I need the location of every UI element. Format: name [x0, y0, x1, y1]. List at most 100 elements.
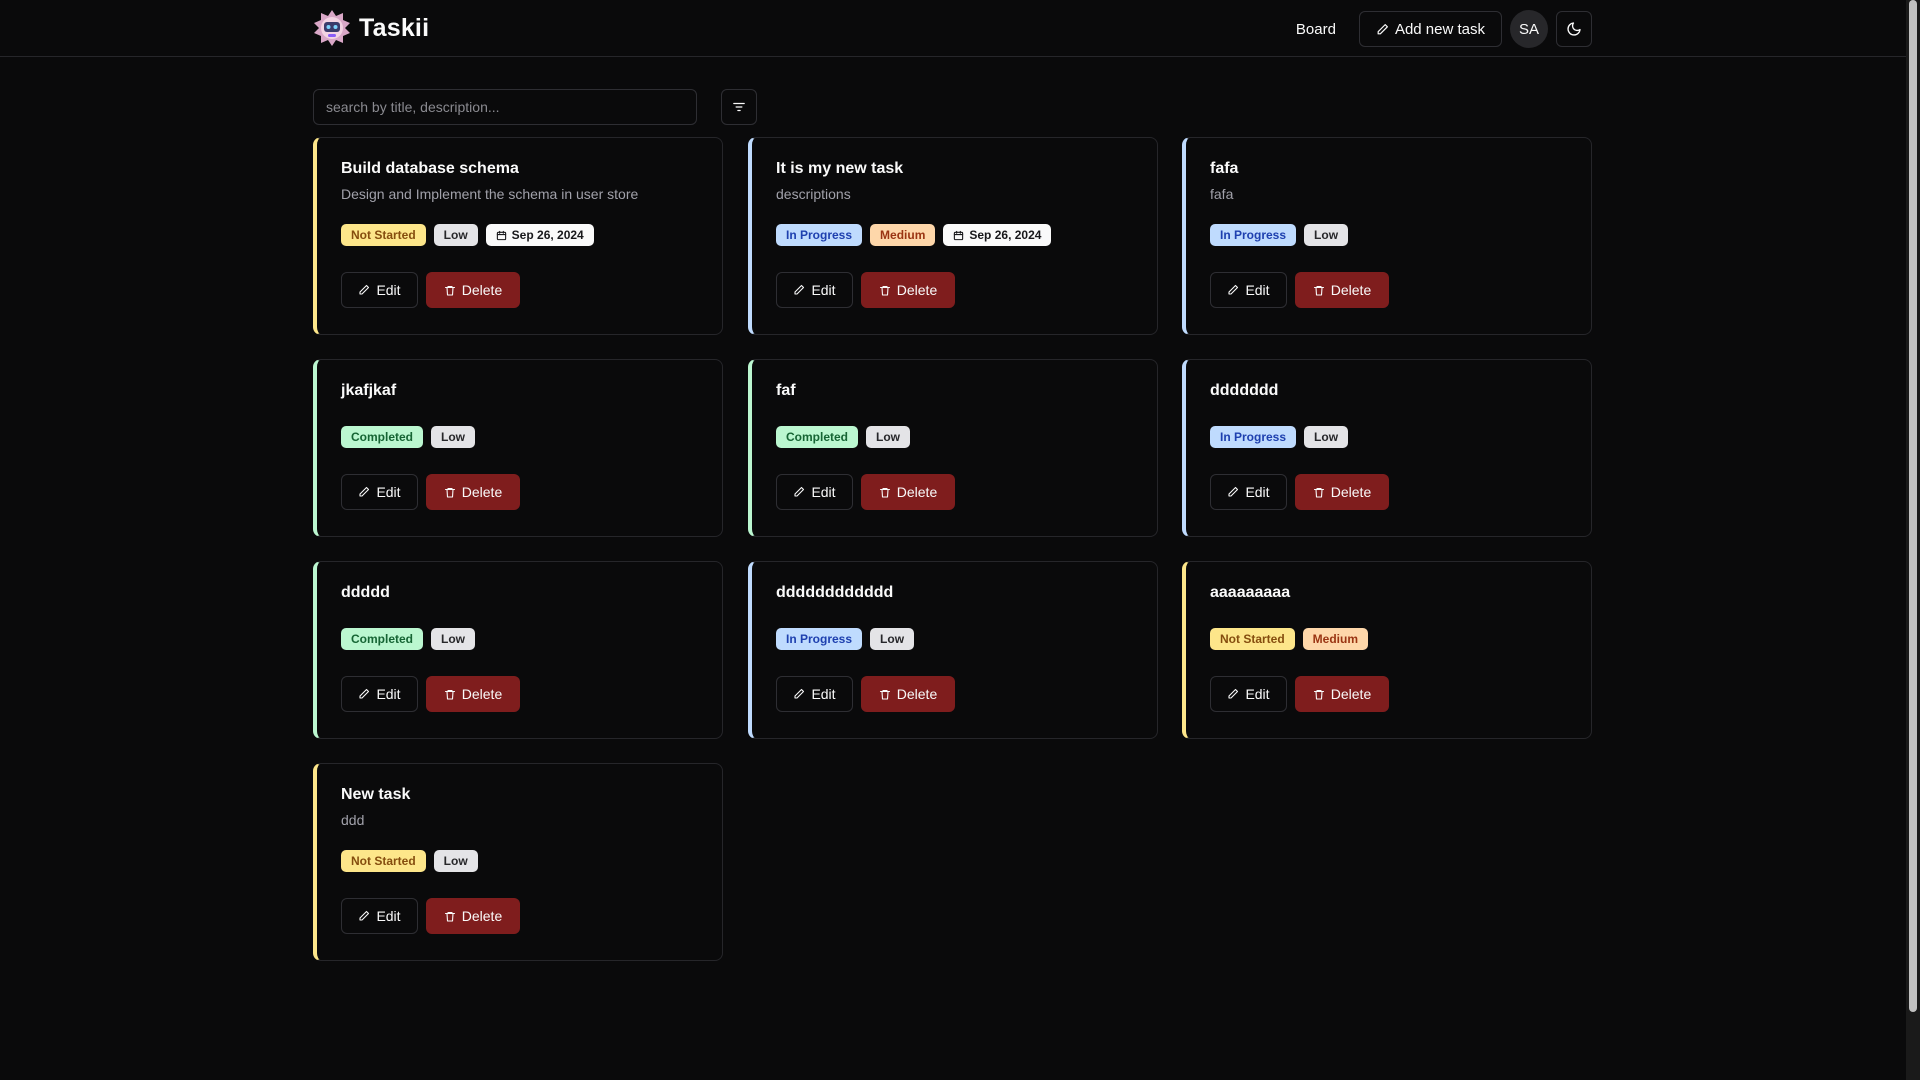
edit-button[interactable]: Edit	[341, 676, 418, 712]
priority-badge: Low	[431, 426, 476, 448]
task-badges: Not Started Medium	[1210, 628, 1567, 650]
pencil-icon	[359, 910, 370, 921]
edit-button[interactable]: Edit	[341, 272, 418, 308]
task-card: dddddddddddd In Progress Low Edit Delete	[748, 561, 1158, 739]
task-actions: Edit Delete	[341, 898, 698, 934]
delete-button[interactable]: Delete	[426, 272, 520, 308]
task-actions: Edit Delete	[776, 474, 1133, 510]
trash-icon	[444, 689, 455, 700]
delete-label: Delete	[1330, 282, 1372, 298]
edit-label: Edit	[376, 282, 401, 298]
delete-button[interactable]: Delete	[1295, 676, 1389, 712]
priority-badge: Low	[433, 224, 478, 246]
task-title: jkafjkaf	[341, 382, 397, 399]
app-name: Taskii	[359, 13, 430, 42]
status-badge: In Progress	[776, 224, 863, 246]
task-title: It is my new task	[776, 160, 904, 177]
edit-button[interactable]: Edit	[341, 474, 418, 510]
task-actions: Edit Delete	[1210, 676, 1567, 712]
due-date-badge: Sep 26, 2024	[485, 224, 594, 246]
status-badge: Completed	[341, 628, 424, 650]
search-input[interactable]	[313, 89, 697, 125]
trash-icon	[444, 911, 455, 922]
due-date-text: Sep 26, 2024	[511, 228, 584, 242]
edit-button[interactable]: Edit	[341, 898, 418, 934]
edit-label: Edit	[1245, 484, 1270, 500]
task-card: New task ddd Not Started Low Edit Delete	[313, 763, 723, 961]
task-card: aaaaaaaaa Not Started Medium Edit Delete	[1182, 561, 1592, 739]
delete-button[interactable]: Delete	[861, 676, 955, 712]
edit-label: Edit	[811, 282, 836, 298]
calendar-icon	[954, 230, 964, 240]
task-actions: Edit Delete	[341, 676, 698, 712]
task-title: Build database schema	[341, 160, 519, 177]
calendar-icon	[496, 230, 506, 240]
task-badges: In Progress Low	[776, 628, 1133, 650]
task-card: faf Completed Low Edit Delete	[748, 359, 1158, 537]
nav-board-link[interactable]: Board	[1281, 11, 1351, 47]
edit-button[interactable]: Edit	[776, 676, 853, 712]
pencil-icon	[359, 486, 370, 497]
theme-toggle-button[interactable]	[1556, 11, 1592, 47]
task-title: fafa	[1210, 160, 1239, 177]
task-title: aaaaaaaaa	[1210, 584, 1291, 601]
priority-badge: Medium	[870, 224, 936, 246]
status-badge: Not Started	[341, 850, 426, 872]
task-title: dddddddddddd	[776, 584, 894, 601]
scrollbar-thumb[interactable]	[1909, 0, 1917, 1012]
delete-button[interactable]: Delete	[426, 676, 520, 712]
delete-button[interactable]: Delete	[426, 474, 520, 510]
priority-badge: Low	[1304, 426, 1349, 448]
task-card: ddddddd In Progress Low Edit Delete	[1182, 359, 1592, 537]
delete-button[interactable]: Delete	[861, 272, 955, 308]
edit-button[interactable]: Edit	[776, 272, 853, 308]
pencil-icon	[1377, 23, 1388, 34]
filter-button[interactable]	[721, 89, 757, 125]
delete-button[interactable]: Delete	[426, 898, 520, 934]
edit-button[interactable]: Edit	[1210, 474, 1287, 510]
pencil-icon	[1228, 688, 1239, 699]
task-actions: Edit Delete	[1210, 474, 1567, 510]
pencil-icon	[1228, 284, 1239, 295]
edit-label: Edit	[1245, 282, 1270, 298]
edit-button[interactable]: Edit	[1210, 676, 1287, 712]
delete-label: Delete	[896, 484, 938, 500]
priority-badge: Medium	[1302, 628, 1369, 650]
pencil-icon	[794, 486, 805, 497]
trash-icon	[1313, 487, 1324, 498]
task-actions: Edit Delete	[776, 676, 1133, 712]
delete-label: Delete	[461, 686, 503, 702]
task-card: Build database schema Design and Implemen…	[313, 137, 723, 335]
edit-button[interactable]: Edit	[776, 474, 853, 510]
task-actions: Edit Delete	[776, 272, 1133, 308]
page-scrollbar[interactable]	[1906, 0, 1920, 1080]
task-title: New task	[341, 786, 411, 803]
trash-icon	[879, 689, 890, 700]
trash-icon	[1313, 689, 1324, 700]
priority-badge: Low	[866, 426, 911, 448]
task-description: Design and Implement the schema in user …	[341, 186, 639, 202]
delete-button[interactable]: Delete	[1295, 474, 1389, 510]
edit-button[interactable]: Edit	[1210, 272, 1287, 308]
trash-icon	[444, 285, 455, 296]
delete-button[interactable]: Delete	[1295, 272, 1389, 308]
task-badges: In Progress Medium Sep 26, 2024	[776, 224, 1133, 246]
priority-badge: Low	[431, 628, 476, 650]
task-card: It is my new task descriptions In Progress…	[748, 137, 1158, 335]
pencil-icon	[359, 688, 370, 699]
task-badges: In Progress Low	[1210, 224, 1567, 246]
app-logo[interactable]: Taskii	[313, 9, 429, 47]
delete-label: Delete	[461, 908, 503, 924]
delete-label: Delete	[896, 282, 938, 298]
task-actions: Edit Delete	[341, 474, 698, 510]
add-task-button[interactable]: Add new task	[1358, 11, 1502, 47]
task-title: faf	[776, 382, 796, 399]
pencil-icon	[1228, 486, 1239, 497]
task-description: ddd	[341, 812, 365, 828]
task-title: ddddddd	[1210, 382, 1279, 399]
task-badges: In Progress Low	[1210, 426, 1567, 448]
edit-label: Edit	[376, 908, 401, 924]
pencil-icon	[359, 284, 370, 295]
delete-button[interactable]: Delete	[861, 474, 955, 510]
user-avatar[interactable]: SA	[1510, 10, 1548, 48]
